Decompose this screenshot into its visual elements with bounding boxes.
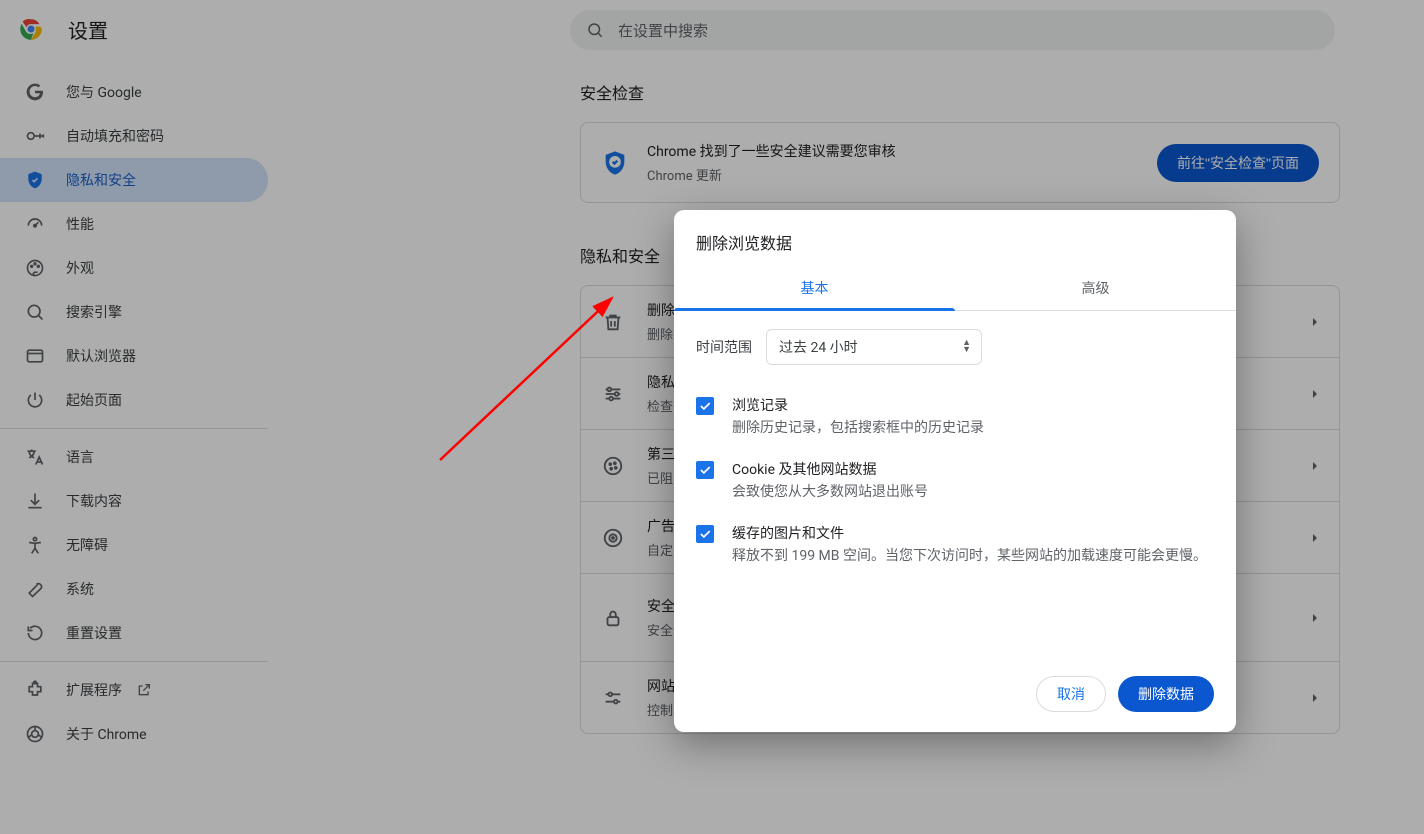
time-range-select[interactable]: 过去 24 小时 ▲▼ bbox=[766, 329, 982, 365]
option-cookies[interactable]: Cookie 及其他网站数据 会致使您从大多数网站退出账号 bbox=[696, 449, 1214, 513]
time-range-label: 时间范围 bbox=[696, 337, 752, 357]
checkbox-browsing-history[interactable] bbox=[696, 397, 714, 415]
option-cached-images[interactable]: 缓存的图片和文件 释放不到 199 MB 空间。当您下次访问时，某些网站的加载速… bbox=[696, 513, 1214, 577]
clear-browsing-data-dialog: 删除浏览数据 基本 高级 时间范围 过去 24 小时 ▲▼ 浏览记录 删除历史记… bbox=[674, 210, 1236, 732]
cancel-button[interactable]: 取消 bbox=[1036, 676, 1106, 712]
option-browsing-history[interactable]: 浏览记录 删除历史记录，包括搜索框中的历史记录 bbox=[696, 385, 1214, 449]
checkbox-cookies[interactable] bbox=[696, 461, 714, 479]
dialog-title: 删除浏览数据 bbox=[674, 210, 1236, 268]
checkbox-cached-images[interactable] bbox=[696, 525, 714, 543]
dialog-tabs: 基本 高级 bbox=[674, 268, 1236, 311]
delete-data-button[interactable]: 删除数据 bbox=[1118, 676, 1214, 712]
time-range-value: 过去 24 小时 bbox=[779, 337, 858, 357]
tab-advanced[interactable]: 高级 bbox=[955, 268, 1236, 310]
tab-basic[interactable]: 基本 bbox=[674, 268, 955, 310]
dropdown-caret-icon: ▲▼ bbox=[962, 340, 971, 354]
